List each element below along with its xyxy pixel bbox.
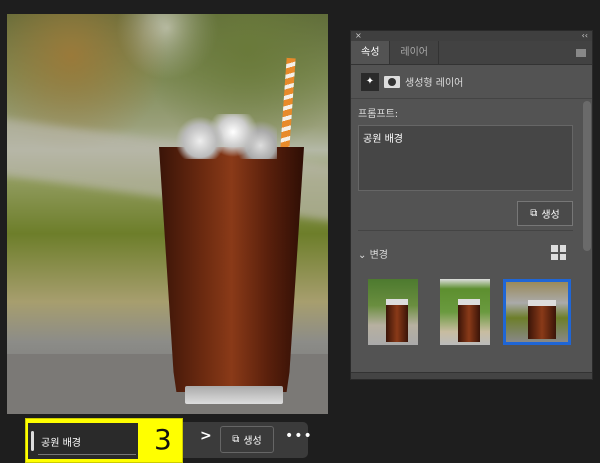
panel-menu-icon[interactable]	[576, 49, 586, 57]
variation-thumbnail-3-selected[interactable]	[503, 279, 571, 345]
panel-footer	[351, 372, 592, 379]
variation-thumbnail-2[interactable]	[440, 279, 490, 345]
ice	[167, 114, 277, 159]
prompt-label: 프롬프트:	[358, 109, 399, 120]
overlay-number: 3	[154, 423, 172, 456]
more-options-button[interactable]: •••	[285, 428, 313, 444]
generative-layer-icon: ✦	[361, 72, 379, 91]
variation-thumbnail-1[interactable]	[368, 279, 418, 345]
variations-toggle[interactable]: ⌄ 변경	[358, 246, 388, 261]
properties-panel: × ‹‹ 속성 레이어 ✦ 생성형 레이어 프롬프트: 공원 배경 ⧉ 생성 ⌄ 변…	[350, 30, 593, 380]
generate-label: 생성	[541, 210, 560, 221]
close-icon[interactable]: ×	[355, 31, 362, 41]
glass-base	[185, 386, 283, 404]
chevron-down-icon: ⌄	[358, 250, 370, 261]
generate-button[interactable]: ⧉ 생성	[517, 201, 573, 226]
taskbar-generate-button[interactable]: ⧉ 생성	[220, 426, 274, 453]
canvas-image	[7, 14, 328, 414]
divider	[358, 230, 573, 231]
tab-properties[interactable]: 속성	[351, 41, 391, 64]
generate-icon: ⧉	[530, 208, 538, 219]
mask-icon	[384, 75, 400, 88]
tab-layers[interactable]: 레이어	[390, 41, 440, 64]
collapse-icon[interactable]: ‹‹	[582, 31, 588, 41]
prompt-textarea[interactable]: 공원 배경	[358, 125, 573, 191]
variations-label: 변경	[369, 250, 388, 261]
next-variation-button[interactable]: >	[200, 428, 212, 444]
taskbar-generate-label: 생성	[243, 436, 262, 447]
generate-icon: ⧉	[232, 434, 240, 445]
taskbar-prompt-input[interactable]: 공원 배경	[28, 423, 138, 459]
taskbar-prompt-text: 공원 배경	[41, 438, 81, 449]
grid-view-icon[interactable]	[551, 245, 566, 260]
scrollbar[interactable]	[583, 101, 591, 251]
iced-coffee-glass	[159, 147, 304, 392]
layer-type-label: 생성형 레이어	[405, 78, 464, 89]
